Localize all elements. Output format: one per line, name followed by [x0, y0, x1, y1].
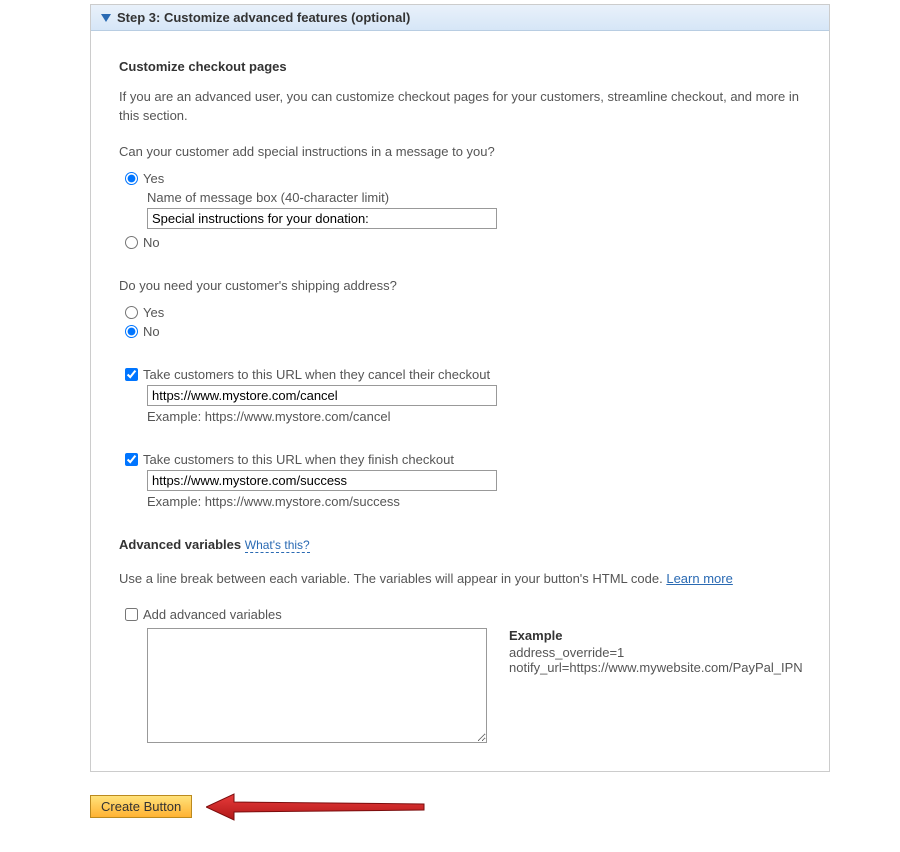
advanced-textarea[interactable]: [147, 628, 487, 743]
finish-url-checkbox[interactable]: [125, 453, 138, 466]
cancel-url-label: Take customers to this URL when they can…: [143, 367, 490, 382]
customize-intro: If you are an advanced user, you can cus…: [119, 88, 805, 126]
shipping-radios: Yes No: [125, 305, 805, 339]
special-instructions-radios: Yes Name of message box (40-character li…: [125, 171, 805, 250]
finish-url-label: Take customers to this URL when they fin…: [143, 452, 454, 467]
msgbox-name-input[interactable]: [147, 208, 497, 229]
msgbox-name-label: Name of message box (40-character limit): [147, 190, 805, 205]
advanced-desc: Use a line break between each variable. …: [119, 571, 666, 586]
finish-url-example: Example: https://www.mystore.com/success: [147, 494, 805, 509]
add-advanced-checkbox[interactable]: [125, 608, 138, 621]
panel-body: Customize checkout pages If you are an a…: [91, 31, 829, 771]
arrow-icon: [206, 792, 426, 822]
shipping-yes-radio[interactable]: [125, 306, 138, 319]
special-yes-radio[interactable]: [125, 172, 138, 185]
create-button[interactable]: Create Button: [90, 795, 192, 818]
learn-more-link[interactable]: Learn more: [666, 571, 732, 586]
example-line-1: address_override=1: [509, 645, 803, 660]
special-yes-label: Yes: [143, 171, 164, 186]
cancel-url-example: Example: https://www.mystore.com/cancel: [147, 409, 805, 424]
finish-url-block: Take customers to this URL when they fin…: [125, 452, 805, 509]
shipping-question: Do you need your customer's shipping add…: [119, 278, 805, 293]
advanced-heading: Advanced variables: [119, 537, 241, 552]
whats-this-link[interactable]: What's this?: [245, 538, 310, 553]
cancel-url-block: Take customers to this URL when they can…: [125, 367, 805, 424]
add-advanced-label: Add advanced variables: [143, 607, 282, 622]
example-title: Example: [509, 628, 803, 643]
chevron-down-icon: [101, 14, 111, 22]
cancel-url-input[interactable]: [147, 385, 497, 406]
advanced-variables-section: Advanced variables What's this? Use a li…: [119, 537, 805, 743]
shipping-no-radio[interactable]: [125, 325, 138, 338]
cancel-url-checkbox[interactable]: [125, 368, 138, 381]
customize-heading: Customize checkout pages: [119, 59, 805, 74]
panel-title: Step 3: Customize advanced features (opt…: [117, 10, 410, 25]
special-no-label: No: [143, 235, 160, 250]
finish-url-input[interactable]: [147, 470, 497, 491]
example-line-2: notify_url=https://www.mywebsite.com/Pay…: [509, 660, 803, 675]
step3-panel: Step 3: Customize advanced features (opt…: [90, 4, 830, 772]
advanced-example: Example address_override=1 notify_url=ht…: [509, 628, 803, 743]
step3-header[interactable]: Step 3: Customize advanced features (opt…: [91, 5, 829, 31]
create-button-row: Create Button: [90, 792, 900, 822]
shipping-yes-label: Yes: [143, 305, 164, 320]
special-no-radio[interactable]: [125, 236, 138, 249]
shipping-no-label: No: [143, 324, 160, 339]
special-instructions-question: Can your customer add special instructio…: [119, 144, 805, 159]
